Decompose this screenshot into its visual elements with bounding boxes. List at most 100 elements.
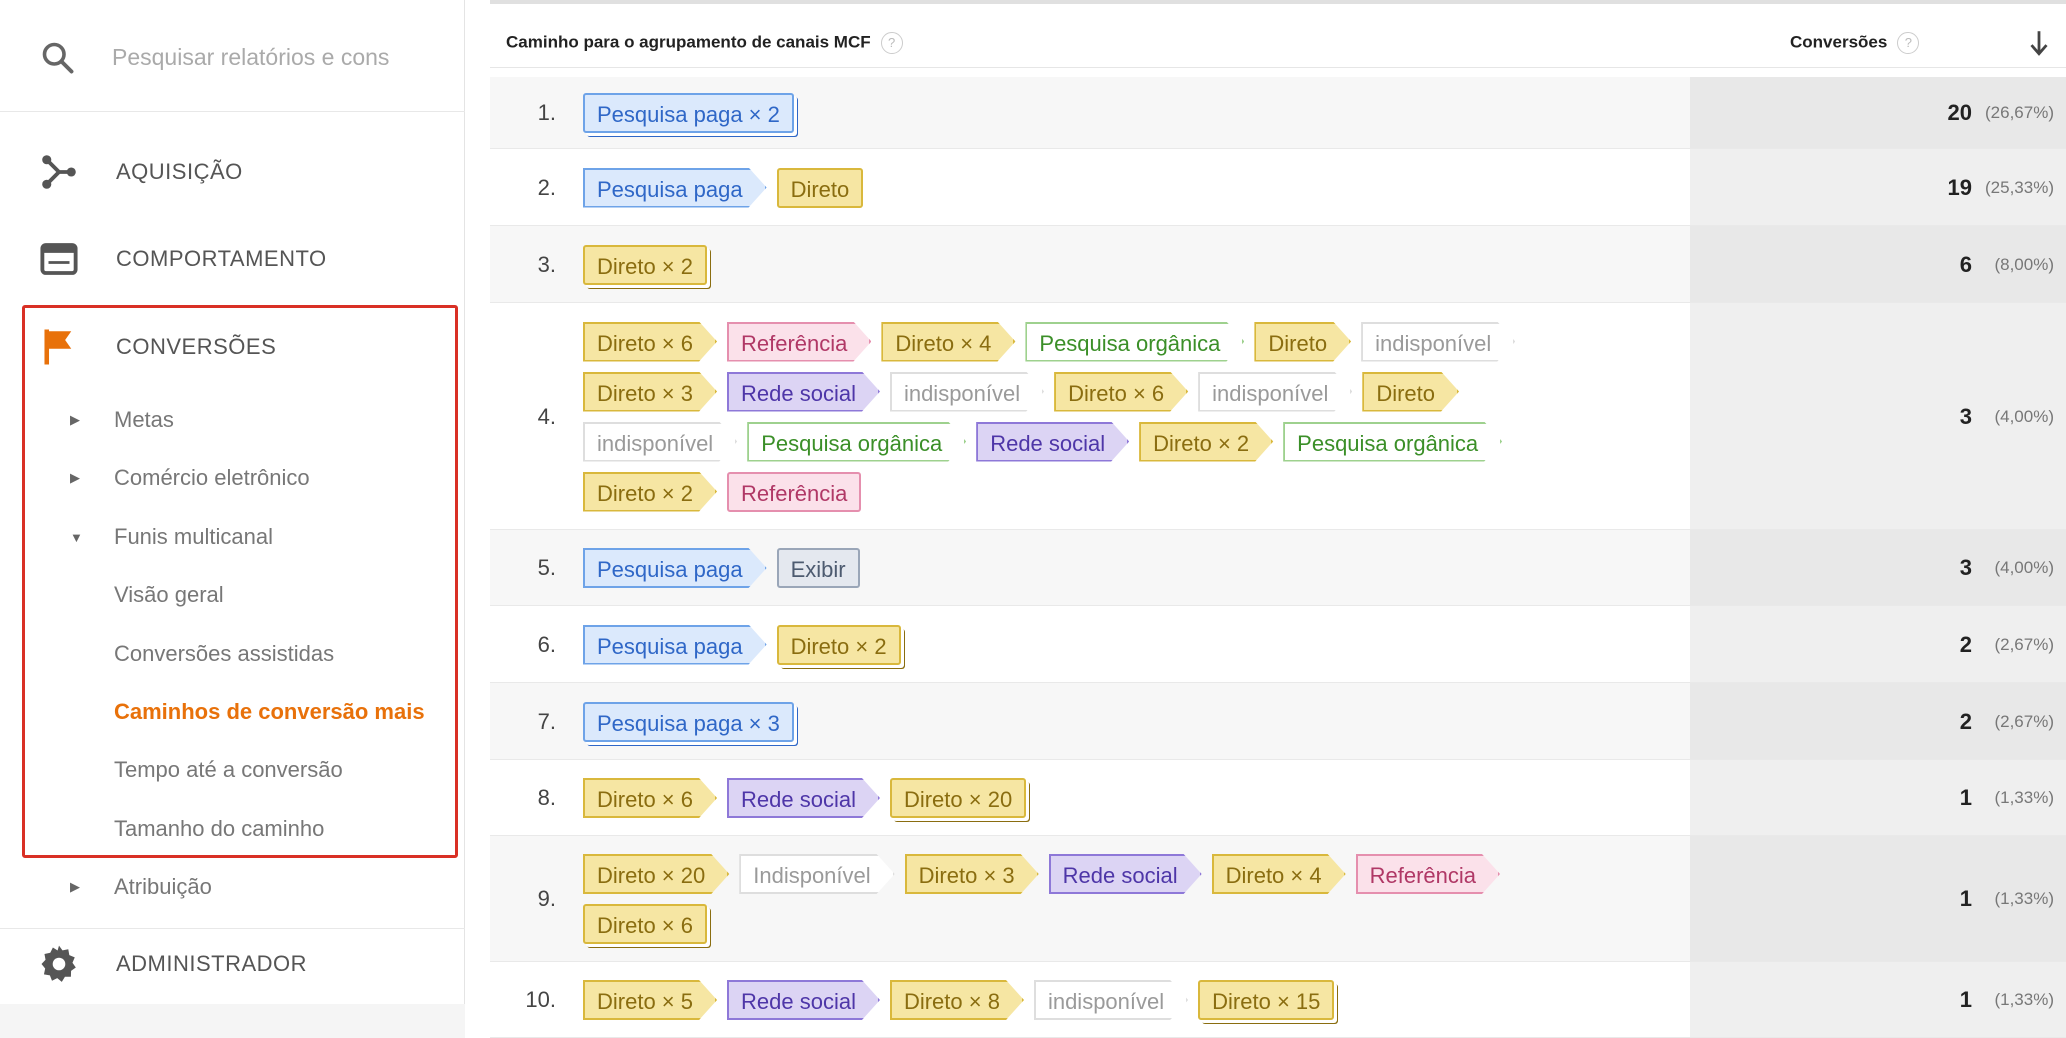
- table-row[interactable]: 1. Pesquisa paga × 2 20 (26,67%): [490, 77, 2066, 149]
- row-number: 3.: [537, 251, 556, 277]
- sidebar-item-ecommerce[interactable]: ▶ Comércio eletrônico: [0, 454, 460, 502]
- sidebar-item-time-lag[interactable]: Tempo até a conversão: [0, 746, 460, 794]
- sidebar-item-label: ADMINISTRADOR: [116, 950, 308, 976]
- sidebar-item-conversions[interactable]: CONVERSÕES: [0, 312, 465, 382]
- column-header-path[interactable]: Caminho para o agrupamento de canais MCF…: [506, 32, 903, 54]
- channel-path-line: Pesquisa paga × 2: [583, 88, 1713, 138]
- channel-chip-direct[interactable]: Direto × 6: [583, 778, 717, 818]
- channel-chip-na[interactable]: indisponível: [1034, 980, 1188, 1020]
- channel-chip-direct[interactable]: Direto × 2: [1139, 422, 1273, 462]
- divider: [490, 0, 2066, 4]
- help-icon[interactable]: ?: [880, 32, 903, 54]
- caret-right-icon: ▶: [70, 879, 80, 894]
- channel-chip-direct[interactable]: Direto × 15: [1198, 980, 1335, 1020]
- channel-path: Pesquisa paga Direto: [583, 163, 1713, 213]
- channel-chip-direct[interactable]: Direto × 5: [583, 980, 717, 1020]
- channel-path: Pesquisa paga Direto × 2: [583, 620, 1713, 670]
- channel-chip-ref[interactable]: Referência: [727, 471, 862, 512]
- channel-chip-paid[interactable]: Pesquisa paga: [583, 625, 767, 665]
- channel-chip-direct[interactable]: Direto: [1362, 372, 1459, 412]
- table-row[interactable]: 2. Pesquisa paga Direto 19 (25,33%): [490, 149, 2066, 226]
- channel-chip-paid[interactable]: Pesquisa paga × 3: [583, 701, 794, 742]
- conversions-value: 2: [1959, 708, 1972, 734]
- sidebar-item-path-length[interactable]: Tamanho do caminho: [0, 805, 460, 853]
- channel-chip-direct[interactable]: Direto × 20: [889, 778, 1027, 818]
- channel-chip-paid[interactable]: Pesquisa paga: [583, 168, 767, 208]
- table-row[interactable]: 3. Direto × 2 6 (8,00%): [490, 226, 2066, 303]
- channel-chip-social[interactable]: Rede social: [727, 372, 880, 412]
- conversions-cell: 1 (1,33%): [1690, 962, 2066, 1037]
- channel-chip-org[interactable]: Pesquisa orgânica: [1283, 422, 1502, 462]
- sidebar-item-overview[interactable]: Visão geral: [0, 571, 460, 619]
- channel-chip-direct[interactable]: Direto × 3: [905, 854, 1039, 894]
- sidebar-item-label: Funis multicanal: [114, 524, 273, 549]
- row-number: 7.: [537, 708, 556, 734]
- channel-chip-direct[interactable]: Direto × 8: [890, 980, 1024, 1020]
- channel-chip-direct[interactable]: Direto × 2: [583, 472, 717, 512]
- channel-chip-direct[interactable]: Direto × 6: [1054, 372, 1188, 412]
- column-header-conversions[interactable]: Conversões?: [1790, 32, 1920, 54]
- gear-icon: [41, 945, 76, 982]
- column-header-label: Caminho para o agrupamento de canais MCF: [506, 32, 871, 52]
- row-number: 6.: [537, 631, 556, 657]
- conversions-value: 1: [1959, 987, 1972, 1012]
- channel-chip-direct[interactable]: Direto × 20: [583, 854, 729, 894]
- channel-chip-na[interactable]: indisponível: [1361, 322, 1515, 362]
- sidebar-item-behavior[interactable]: COMPORTAMENTO: [0, 224, 465, 294]
- table-row[interactable]: 4. Direto × 6 Referência Direto × 4 Pesquisa…: [490, 303, 2066, 530]
- table-row[interactable]: 6. Pesquisa paga Direto × 2 2 (2,67%): [490, 606, 2066, 683]
- channel-chip-org[interactable]: Pesquisa orgânica: [1025, 322, 1244, 362]
- channel-chip-social[interactable]: Rede social: [727, 980, 880, 1020]
- channel-chip-na[interactable]: indisponível: [1198, 372, 1352, 412]
- search-icon[interactable]: [40, 40, 76, 76]
- channel-chip-ref[interactable]: Referência: [1356, 854, 1500, 894]
- sidebar-item-acquisition[interactable]: AQUISIÇÃO: [0, 137, 465, 207]
- sidebar-item-label: Metas: [114, 407, 174, 432]
- sidebar-item-admin[interactable]: ADMINISTRADOR: [0, 928, 465, 998]
- channel-chip-direct[interactable]: Direto × 6: [583, 322, 717, 362]
- table-row[interactable]: 10. Direto × 5 Rede social Direto × 8 indisp…: [490, 962, 2066, 1038]
- channel-chip-direct[interactable]: Direto × 6: [583, 904, 707, 944]
- channel-chip-social[interactable]: Rede social: [1049, 854, 1202, 894]
- sidebar-item-multichannel[interactable]: ▼ Funis multicanal: [0, 513, 460, 561]
- channel-chip-paid[interactable]: Pesquisa paga: [583, 548, 767, 588]
- channel-path-line: Direto × 2 Referência: [583, 467, 1713, 517]
- channel-chip-direct[interactable]: Direto: [776, 167, 864, 208]
- channel-chip-display[interactable]: Exibir: [776, 548, 860, 588]
- sidebar-item-assisted[interactable]: Conversões assistidas: [0, 630, 460, 678]
- channel-path: Direto × 2: [583, 240, 1713, 290]
- sidebar-footer: [0, 1004, 465, 1038]
- channel-chip-ref[interactable]: Referência: [727, 322, 871, 362]
- channel-chip-direct[interactable]: Direto × 3: [583, 372, 717, 412]
- sidebar-item-attribution[interactable]: ▶ Atribuição: [0, 863, 460, 911]
- channel-chip-social[interactable]: Rede social: [727, 778, 880, 818]
- channel-chip-na[interactable]: Indisponível: [739, 854, 894, 894]
- channel-path-line: indisponível Pesquisa orgânica Rede social…: [583, 417, 1713, 467]
- sidebar-item-goals[interactable]: ▶ Metas: [0, 396, 460, 444]
- table-row[interactable]: 9. Direto × 20 Indisponível Direto × 3 Rede …: [490, 836, 2066, 962]
- conversions-percent: (1,33%): [1994, 990, 2054, 1009]
- conversions-cell: 3 (4,00%): [1690, 530, 2066, 605]
- help-icon[interactable]: ?: [1897, 32, 1920, 54]
- conversions-percent: (26,67%): [1985, 103, 2054, 122]
- channel-chip-na[interactable]: indisponível: [890, 372, 1044, 412]
- table-row[interactable]: 8. Direto × 6 Rede social Direto × 20 1 (1,33…: [490, 760, 2066, 836]
- sort-descending-icon[interactable]: [2026, 28, 2052, 58]
- channel-chip-direct[interactable]: Direto × 2: [583, 244, 707, 285]
- channel-chip-social[interactable]: Rede social: [976, 422, 1129, 462]
- search-input[interactable]: [112, 36, 442, 78]
- channel-path-line: Pesquisa paga Exibir: [583, 543, 1713, 593]
- channel-chip-direct[interactable]: Direto × 4: [1212, 854, 1346, 894]
- channel-chip-na[interactable]: indisponível: [583, 422, 737, 462]
- sidebar-item-label: Tempo até a conversão: [114, 757, 343, 782]
- sidebar-item-top-paths[interactable]: Caminhos de conversão mais: [0, 688, 460, 736]
- conversions-percent: (8,00%): [1994, 254, 2054, 274]
- channel-chip-org[interactable]: Pesquisa orgânica: [747, 422, 966, 462]
- table-row[interactable]: 5. Pesquisa paga Exibir 3 (4,00%): [490, 530, 2066, 606]
- channel-chip-direct[interactable]: Direto: [1254, 322, 1351, 362]
- channel-chip-paid[interactable]: Pesquisa paga × 2: [583, 93, 794, 133]
- channel-chip-direct[interactable]: Direto × 4: [881, 322, 1015, 362]
- conversions-value: 3: [1959, 555, 1972, 580]
- channel-chip-direct[interactable]: Direto × 2: [776, 624, 901, 665]
- table-row[interactable]: 7. Pesquisa paga × 3 2 (2,67%): [490, 683, 2066, 760]
